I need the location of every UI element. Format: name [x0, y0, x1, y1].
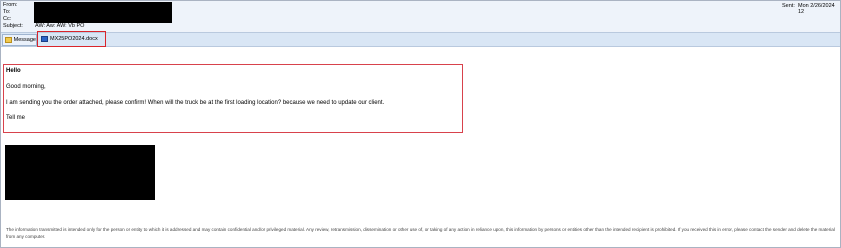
- envelope-icon: [5, 37, 12, 43]
- body-line-2: I am sending you the order attached, ple…: [6, 100, 385, 106]
- attachment-tab-bar: Message MX25PO2024.docx: [1, 32, 840, 47]
- legal-disclaimer: The information transmitted is intended …: [6, 227, 835, 239]
- email-header: From: To: Cc: Subject: AW: Aw: AW: Vb PO…: [1, 1, 840, 32]
- attachment-highlight-box: [37, 31, 106, 47]
- message-tab-label: Message: [13, 37, 36, 43]
- greeting-text: Hello: [6, 68, 21, 74]
- message-highlight-box: [3, 64, 463, 133]
- redacted-sender-block: [34, 2, 172, 23]
- message-tab[interactable]: Message: [2, 34, 37, 46]
- sent-label: Sent:: [782, 3, 795, 9]
- to-label: To:: [3, 9, 11, 15]
- cc-label: Cc:: [3, 16, 12, 22]
- subject-value: AW: Aw: AW: Vb PO: [35, 23, 85, 29]
- from-label: From:: [3, 2, 18, 8]
- sent-value: Mon 2/26/2024 12: [798, 3, 835, 15]
- redacted-signature-block: [5, 145, 155, 200]
- body-line-3: Tell me: [6, 115, 26, 121]
- body-line-1: Good morning,: [6, 84, 46, 90]
- subject-label: Subject:: [3, 23, 23, 29]
